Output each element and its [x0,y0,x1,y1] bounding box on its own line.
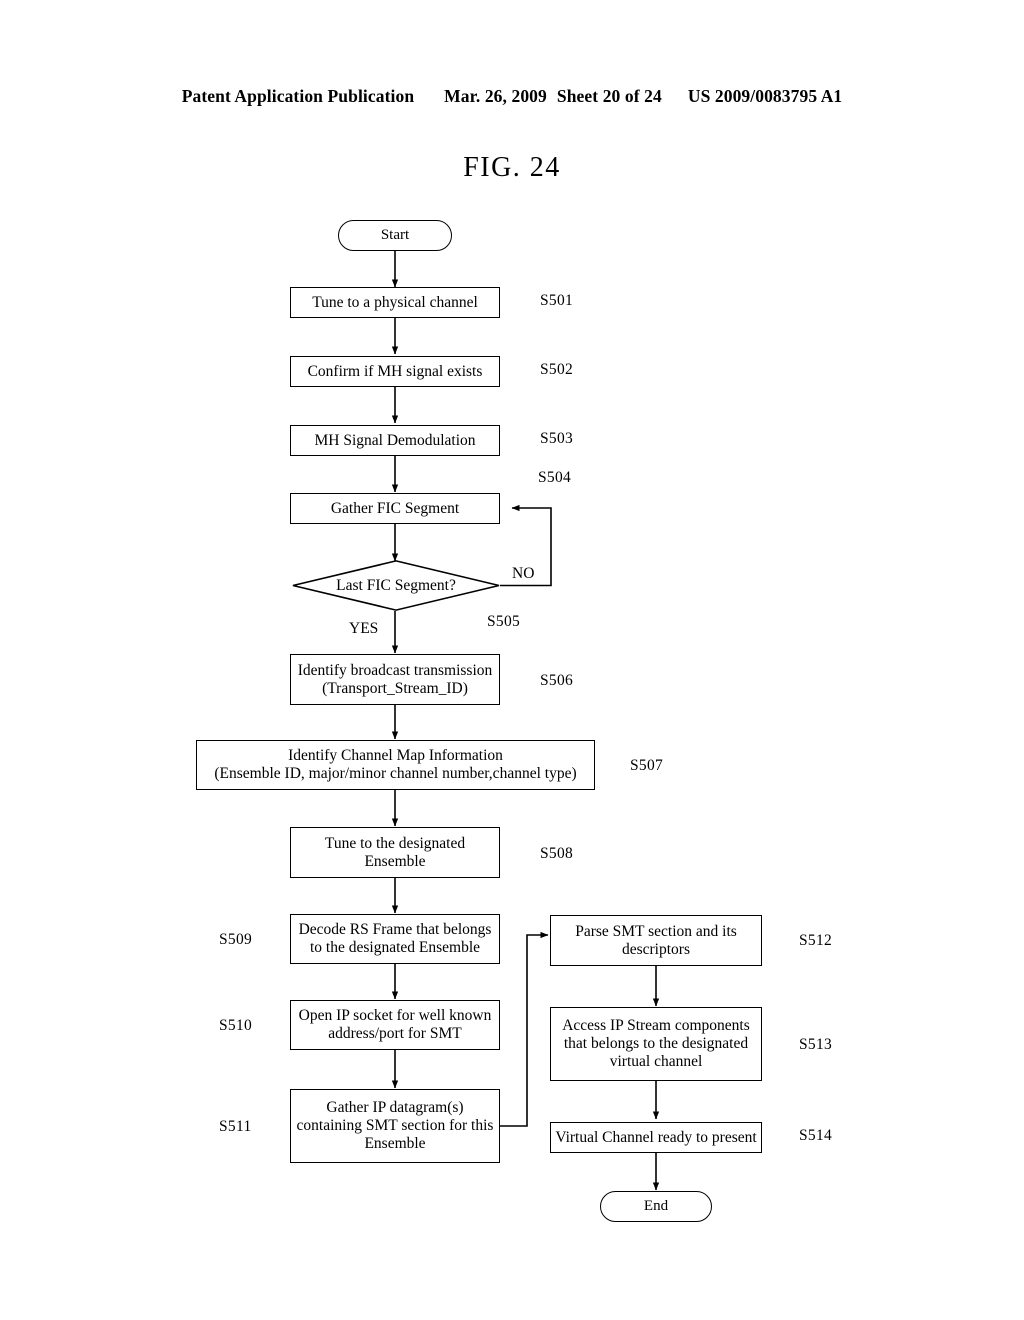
step-label-s504: S504 [538,469,572,486]
flow-node-s512-line1: Parse SMT section and its [575,922,737,940]
flow-node-s513-line3: virtual channel [609,1053,703,1071]
flow-node-start[interactable]: Start [338,220,452,251]
flow-node-s508[interactable]: Tune to the designated Ensemble [290,827,500,878]
flow-node-s501[interactable]: Tune to a physical channel [290,287,500,318]
step-label-s510: S510 [219,1017,253,1034]
flow-node-s510[interactable]: Open IP socket for well known address/po… [290,1000,500,1050]
step-label-s502: S502 [540,361,574,378]
flow-node-s511-line3: Ensemble [364,1135,426,1153]
step-label-s508: S508 [540,845,574,862]
flow-node-s508-line1: Tune to the designated [324,834,466,852]
flow-node-s510-line2: address/port for SMT [328,1025,462,1042]
flow-node-s511-line2: containing SMT section for this [296,1116,494,1134]
flow-node-s507-line1: Identify Channel Map Information [288,747,503,765]
flow-node-s513[interactable]: Access IP Stream components that belongs… [550,1007,762,1081]
step-label-s503: S503 [540,430,574,447]
step-label-s501: S501 [540,292,574,309]
flow-node-s506-line1: Identify broadcast transmission [297,661,493,679]
flow-node-s505-label: Last FIC Segment? [336,576,456,594]
flow-node-s502[interactable]: Confirm if MH signal exists [290,356,500,387]
flow-node-s513-line2: that belongs to the designated [563,1034,749,1052]
flow-node-s509[interactable]: Decode RS Frame that belongs to the desi… [290,914,500,964]
step-label-s506: S506 [540,672,574,689]
flow-node-s506-line2: (Transport_Stream_ID) [322,679,468,697]
step-label-s511: S511 [219,1118,252,1135]
flow-node-end[interactable]: End [600,1191,712,1222]
flow-node-s509-line2: to the designated Ensemble [309,939,481,956]
flow-node-s512-line2: descriptors [621,940,690,958]
branch-label-no: NO [512,565,535,582]
step-label-s514: S514 [799,1127,833,1144]
step-label-s513: S513 [799,1036,833,1053]
flow-node-s505[interactable]: Last FIC Segment? [292,560,500,611]
flow-node-s511-line1: Gather IP datagram(s) [326,1098,464,1116]
flow-node-s513-line1: Access IP Stream components [562,1016,750,1034]
flow-node-s507[interactable]: Identify Channel Map Information (Ensemb… [196,740,595,790]
flow-node-s511[interactable]: Gather IP datagram(s) containing SMT sec… [290,1089,500,1163]
step-label-s507: S507 [630,757,664,774]
step-label-s505: S505 [487,613,521,630]
flow-node-s504[interactable]: Gather FIC Segment [290,493,500,524]
flow-node-s512[interactable]: Parse SMT section and its descriptors [550,915,762,966]
flowchart: Start Tune to a physical channel S501 Co… [0,0,1024,1320]
flow-node-s510-line1: Open IP socket for well known [298,1007,492,1025]
flowchart-connectors [391,251,660,1191]
flow-node-s514[interactable]: Virtual Channel ready to present [550,1122,762,1153]
flow-node-s503[interactable]: MH Signal Demodulation [290,425,500,456]
flow-node-s507-line2: (Ensemble ID, major/minor channel number… [214,765,577,782]
flow-node-s506[interactable]: Identify broadcast transmission (Transpo… [290,654,500,705]
branch-label-yes: YES [349,620,379,637]
flow-node-s508-line2: Ensemble [364,852,426,870]
flow-node-s509-line1: Decode RS Frame that belongs [298,921,492,939]
step-label-s512: S512 [799,932,833,949]
step-label-s509: S509 [219,931,253,948]
